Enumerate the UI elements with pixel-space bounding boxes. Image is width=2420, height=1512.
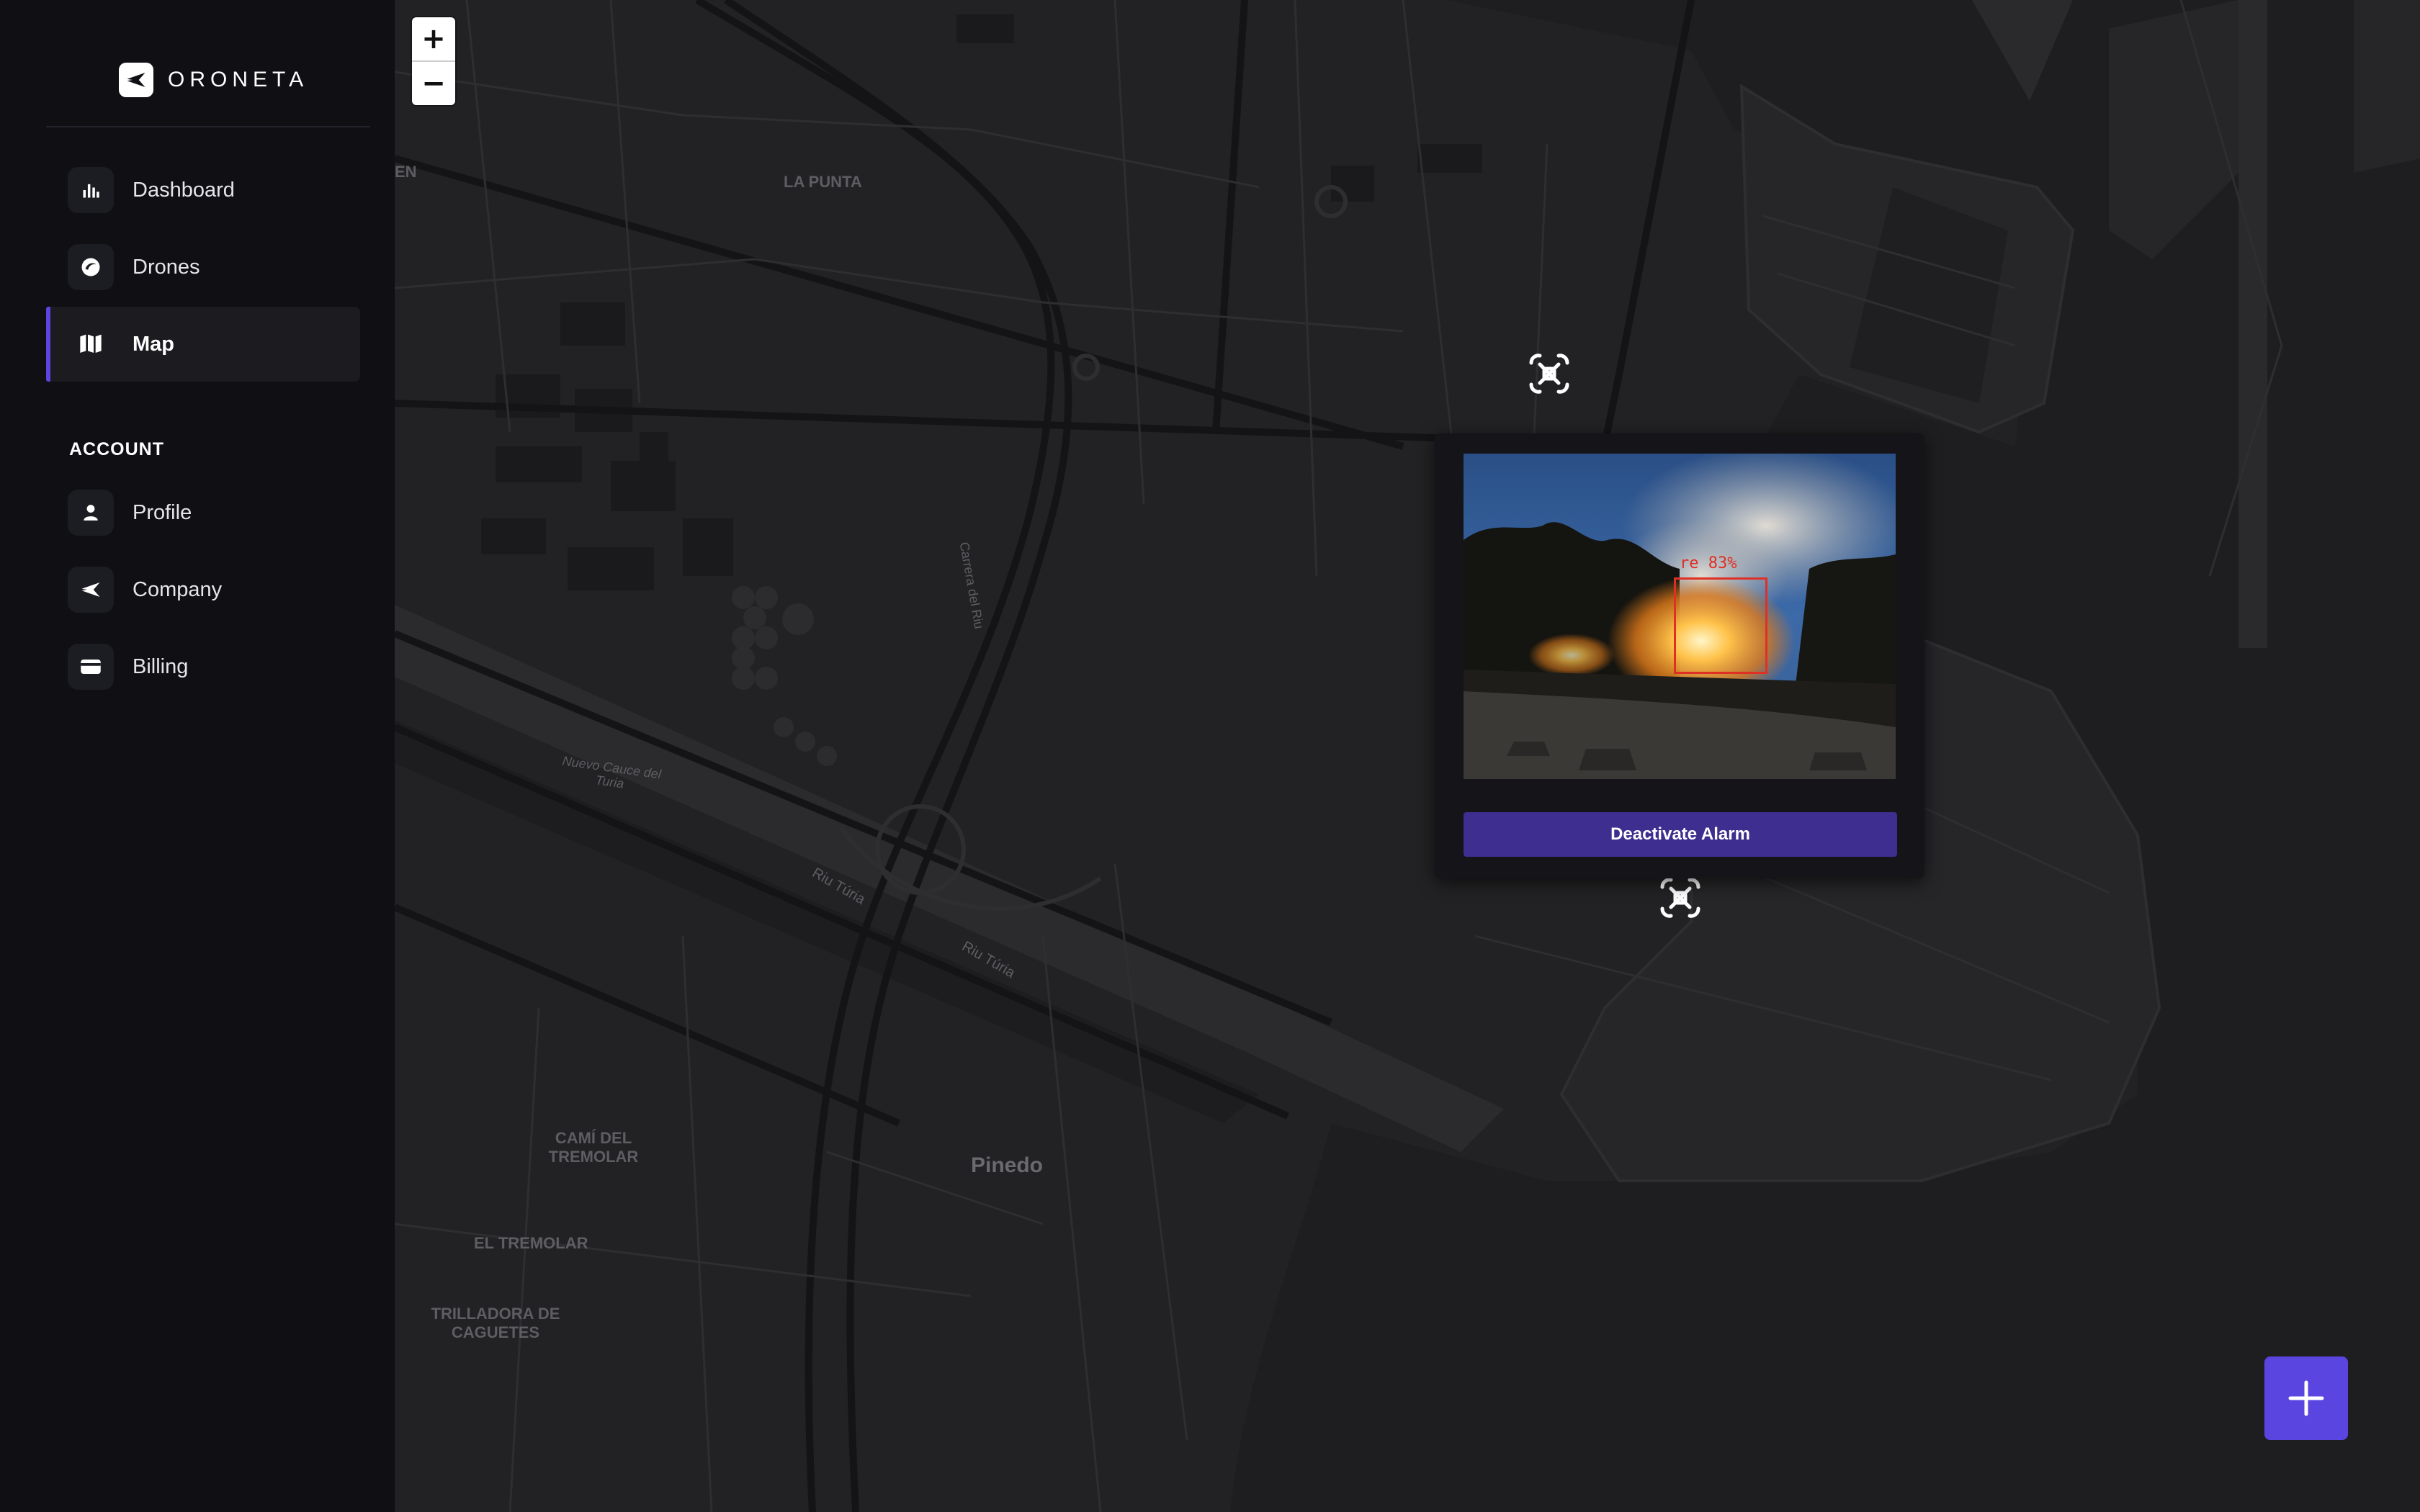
map-label-el-tremolar: EL TREMOLAR bbox=[474, 1234, 588, 1252]
map-label-trilladora: TRILLADORA DE CAGUETES bbox=[431, 1305, 560, 1341]
map-icon bbox=[68, 321, 114, 367]
sidebar-item-billing[interactable]: Billing bbox=[46, 629, 360, 704]
brand-name: ORONETA bbox=[168, 68, 309, 91]
credit-card-icon bbox=[68, 644, 114, 690]
sidebar-item-label: Billing bbox=[133, 654, 189, 678]
sidebar: ORONETA Dashboard Drones Map ACCOUNT Pro… bbox=[0, 0, 395, 1512]
account-section-title: ACCOUNT bbox=[69, 439, 164, 459]
bar-chart-icon bbox=[68, 167, 114, 213]
sidebar-item-label: Company bbox=[133, 577, 223, 601]
sidebar-item-company[interactable]: Company bbox=[46, 552, 360, 627]
deactivate-alarm-button[interactable]: Deactivate Alarm bbox=[1464, 812, 1897, 857]
drone-marker[interactable] bbox=[1524, 348, 1574, 399]
paper-plane-icon bbox=[119, 63, 153, 97]
sidebar-item-label: Dashboard bbox=[133, 178, 235, 202]
map-canvas[interactable]: LA PUNTA EN Nuevo Cauce del Turia Riu Tú… bbox=[395, 0, 2420, 1512]
zoom-in-button[interactable]: + bbox=[412, 17, 455, 60]
map-label-cami-del-tremolar: CAMÍ DEL TREMOLAR bbox=[548, 1129, 639, 1166]
map-label-en: EN bbox=[395, 163, 417, 181]
sidebar-item-drones[interactable]: Drones bbox=[46, 230, 360, 305]
map-label-pinedo: Pinedo bbox=[971, 1153, 1044, 1177]
plus-icon bbox=[2288, 1380, 2324, 1416]
brand[interactable]: ORONETA bbox=[119, 62, 308, 98]
sidebar-item-dashboard[interactable]: Dashboard bbox=[46, 153, 360, 228]
zoom-out-button[interactable]: − bbox=[412, 60, 455, 105]
sidebar-item-label: Map bbox=[133, 332, 174, 356]
detection-confidence-label: re 83% bbox=[1680, 554, 1737, 572]
drone-swirl-icon bbox=[68, 244, 114, 290]
map-label-la-punta: LA PUNTA bbox=[784, 173, 862, 191]
add-button[interactable] bbox=[2264, 1356, 2348, 1440]
fire-alert-popup: re 83% Deactivate Alarm bbox=[1435, 433, 1924, 878]
drone-icon bbox=[1660, 878, 1700, 918]
divider bbox=[46, 126, 370, 127]
sidebar-item-map[interactable]: Map bbox=[46, 307, 360, 382]
account-nav: Profile Company Billing bbox=[46, 475, 360, 706]
drone-marker[interactable] bbox=[1655, 873, 1706, 923]
main-nav: Dashboard Drones Map bbox=[46, 153, 360, 384]
user-icon bbox=[68, 490, 114, 536]
sidebar-item-label: Drones bbox=[133, 255, 200, 279]
drone-icon bbox=[1529, 354, 1569, 394]
sidebar-item-profile[interactable]: Profile bbox=[46, 475, 360, 550]
drone-camera-feed: re 83% bbox=[1464, 454, 1896, 779]
paper-plane-icon bbox=[68, 567, 114, 613]
zoom-control: + − bbox=[412, 17, 455, 105]
map-basemap bbox=[395, 0, 2420, 1512]
sidebar-item-label: Profile bbox=[133, 500, 192, 524]
fire-detection-box bbox=[1674, 577, 1767, 674]
